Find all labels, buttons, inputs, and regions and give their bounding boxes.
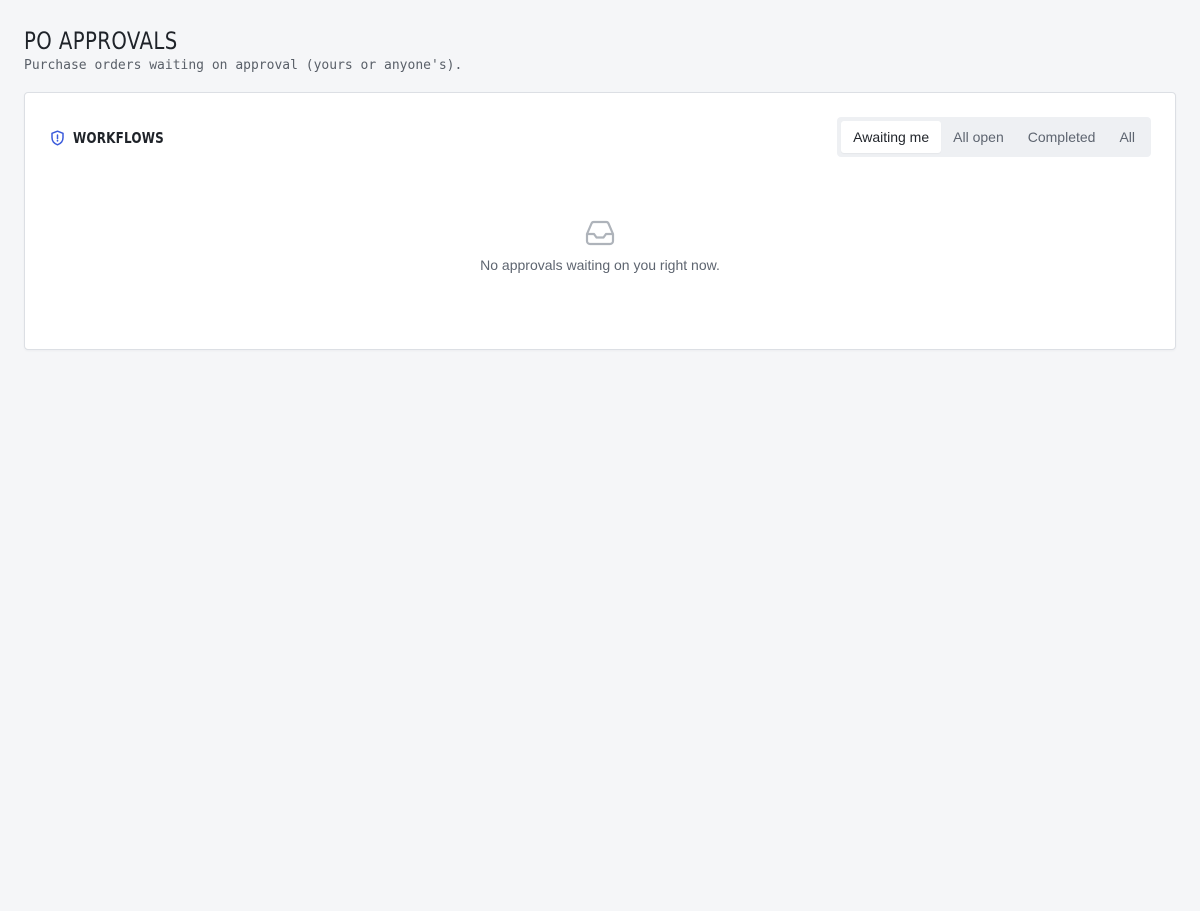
- workflows-card-title: WORKFLOWS: [50, 129, 187, 147]
- empty-state-message: No approvals waiting on you right now.: [480, 257, 720, 273]
- shield-icon: [50, 130, 65, 146]
- tab-awaiting-me[interactable]: Awaiting me: [841, 121, 942, 153]
- tab-all[interactable]: All: [1107, 121, 1147, 153]
- page-subtitle: Purchase orders waiting on approval (you…: [24, 58, 463, 73]
- tab-completed[interactable]: Completed: [1016, 121, 1108, 153]
- tab-all-open[interactable]: All open: [941, 121, 1016, 153]
- empty-state: No approvals waiting on you right now.: [25, 219, 1175, 273]
- workflows-card: WORKFLOWS Awaiting me All open Completed…: [24, 92, 1176, 350]
- inbox-icon: [584, 219, 616, 247]
- status-filter-tabs: Awaiting me All open Completed All: [837, 117, 1151, 157]
- workflows-title: WORKFLOWS: [73, 129, 164, 147]
- page: PO APPROVALS Purchase orders waiting on …: [0, 0, 1200, 911]
- workflows-card-header: WORKFLOWS Awaiting me All open Completed…: [25, 93, 1175, 181]
- page-title: PO APPROVALS: [24, 27, 178, 55]
